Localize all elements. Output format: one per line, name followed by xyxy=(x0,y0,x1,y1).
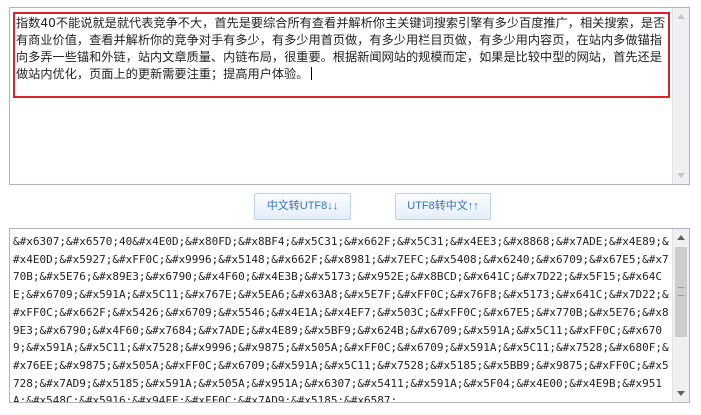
utf8-output-textarea[interactable]: &#x6307;&#x6570;40&#x4E0D;&#x80FD;&#x8BF… xyxy=(9,228,690,403)
input-scrollbar[interactable] xyxy=(672,8,689,184)
utf8-to-chinese-button[interactable]: UTF8转中文↑↑ xyxy=(395,193,491,220)
output-scrollbar[interactable] xyxy=(672,229,689,402)
scroll-up-arrow-icon[interactable] xyxy=(677,235,685,240)
chinese-input-content: 指数40不能说就是就代表竞争不大，首先是要综合所有查看并解析你主关键词搜索引擎有… xyxy=(16,16,666,81)
utf8-output-text[interactable]: &#x6307;&#x6570;40&#x4E0D;&#x80FD;&#x8BF… xyxy=(13,233,672,402)
text-caret xyxy=(310,67,312,80)
chinese-input-textarea[interactable]: 指数40不能说就是就代表竞争不大，首先是要综合所有查看并解析你主关键词搜索引擎有… xyxy=(9,7,690,185)
chinese-to-utf8-button[interactable]: 中文转UTF8↓↓ xyxy=(254,193,351,220)
scroll-down-arrow-icon[interactable] xyxy=(677,391,685,396)
chinese-input-text[interactable]: 指数40不能说就是就代表竞争不大，首先是要综合所有查看并解析你主关键词搜索引擎有… xyxy=(16,15,668,83)
scroll-down-arrow-icon[interactable] xyxy=(677,173,685,178)
scroll-up-arrow-icon[interactable] xyxy=(677,14,685,19)
scrollbar-thumb[interactable] xyxy=(675,247,687,337)
